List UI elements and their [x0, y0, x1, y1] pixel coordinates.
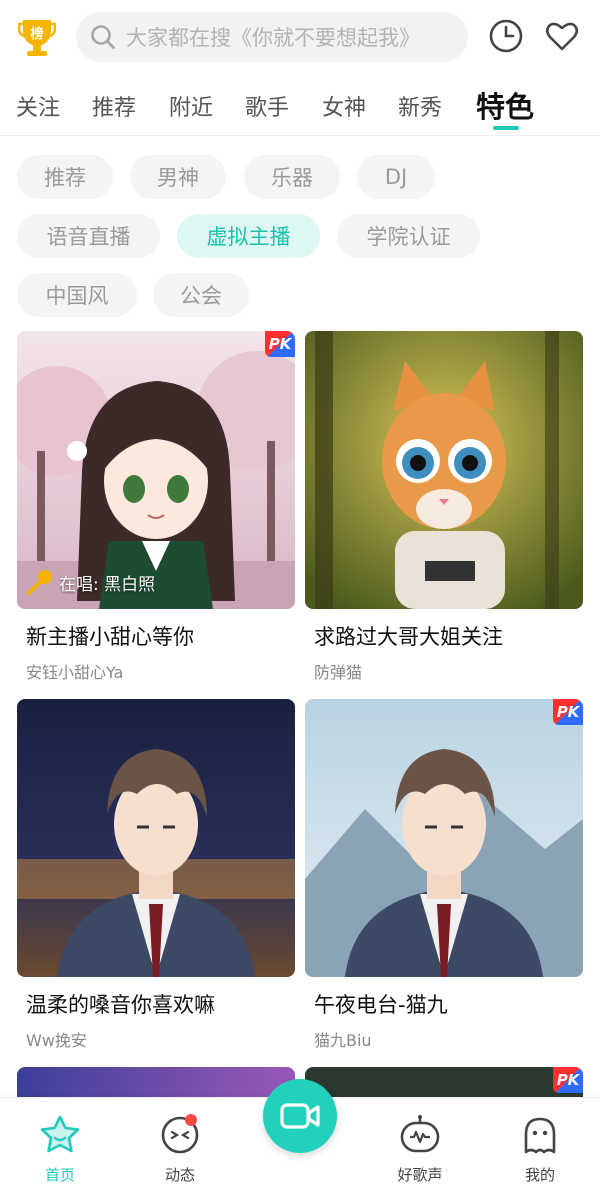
tab-featured[interactable]: 特色 [476, 84, 534, 126]
card-title: 新主播小甜心等你 [26, 625, 194, 649]
pk-badge: PK [553, 699, 583, 725]
history-clock-icon[interactable] [488, 18, 524, 54]
stream-thumbnail: PK [305, 699, 583, 977]
now-singing-label: 在唱: 黑白照 [25, 567, 155, 597]
card-host-name: 防弹猫 [314, 663, 363, 682]
bottom-navigation: 首页 动态 好歌声 我的 [0, 1079, 600, 1193]
nav-profile-label: 我的 [524, 1166, 555, 1184]
stream-card[interactable]: PK 在唱: 黑白照 新主播小甜心等你 安钰小甜心Ya [17, 331, 295, 683]
nav-good-voice[interactable]: 好歌声 [375, 1114, 465, 1185]
nav-feed-label: 动态 [164, 1166, 195, 1184]
card-title: 午夜电台-猫九 [314, 993, 448, 1017]
stream-card[interactable]: 温柔的嗓音你喜欢嘛 Ww挽安 [17, 699, 295, 1051]
category-tabs: 关注 推荐 附近 歌手 女神 新秀 特色 [0, 80, 600, 136]
stream-card[interactable]: PK 午夜电台-猫九 猫九Biu [305, 699, 583, 1051]
active-tab-indicator [493, 126, 519, 130]
chip-voice-live[interactable]: 语音直播 [17, 214, 160, 258]
chip-virtual-streamer[interactable]: 虚拟主播 [177, 214, 320, 258]
chip-recommend[interactable]: 推荐 [17, 155, 113, 199]
search-placeholder: 大家都在搜《你就不要想起我》 [126, 26, 420, 50]
ranking-badge-label: 榜 [30, 26, 43, 42]
voice-robot-icon [400, 1115, 440, 1153]
nav-good-voice-label: 好歌声 [397, 1166, 443, 1184]
ranking-badge-icon[interactable]: 榜 [17, 16, 57, 58]
search-icon [91, 25, 115, 49]
stream-thumbnail: PK 在唱: 黑白照 [17, 331, 295, 609]
microphone-icon [27, 570, 52, 595]
chip-dj[interactable]: DJ [357, 155, 435, 199]
card-host-name: 猫九Biu [314, 1031, 372, 1050]
tab-goddess[interactable]: 女神 [322, 90, 366, 122]
tab-nearby[interactable]: 附近 [169, 90, 213, 122]
stream-thumbnail [17, 699, 295, 977]
nav-home-label: 首页 [44, 1166, 75, 1184]
chip-guild[interactable]: 公会 [153, 273, 249, 317]
chip-instrument[interactable]: 乐器 [244, 155, 340, 199]
stream-card[interactable]: 求路过大哥大姐关注 防弹猫 [305, 331, 583, 683]
home-star-icon [40, 1115, 80, 1153]
chip-academy-certified[interactable]: 学院认证 [337, 214, 480, 258]
top-header: 榜 大家都在搜《你就不要想起我》 [0, 0, 600, 76]
card-title: 求路过大哥大姐关注 [314, 625, 503, 649]
live-camera-icon [280, 1103, 320, 1129]
tab-recommend[interactable]: 推荐 [92, 90, 136, 122]
now-singing-text: 在唱: 黑白照 [59, 574, 156, 595]
card-host-name: 安钰小甜心Ya [26, 663, 124, 682]
go-live-button[interactable] [263, 1079, 337, 1153]
tab-follow[interactable]: 关注 [16, 90, 60, 122]
nav-profile[interactable]: 我的 [495, 1114, 585, 1185]
pk-badge: PK [265, 331, 295, 357]
notification-dot [185, 1114, 197, 1126]
favorite-heart-icon[interactable] [544, 18, 580, 54]
chip-male-idol[interactable]: 男神 [130, 155, 226, 199]
tab-newcomer[interactable]: 新秀 [398, 90, 442, 122]
card-title: 温柔的嗓音你喜欢嘛 [26, 993, 215, 1017]
nav-home[interactable]: 首页 [15, 1114, 105, 1185]
card-host-name: Ww挽安 [26, 1031, 87, 1050]
search-bar[interactable]: 大家都在搜《你就不要想起我》 [76, 12, 468, 62]
stream-thumbnail [305, 331, 583, 609]
chip-chinese-style[interactable]: 中国风 [17, 273, 137, 317]
app-screen: 榜 大家都在搜《你就不要想起我》 关注 推荐 附近 歌手 女神 新秀 特色 推荐 [0, 0, 600, 1193]
nav-feed[interactable]: 动态 [135, 1114, 225, 1185]
pk-badge: PK [553, 1067, 583, 1093]
tab-singer[interactable]: 歌手 [245, 90, 289, 122]
profile-ghost-icon [524, 1117, 556, 1154]
